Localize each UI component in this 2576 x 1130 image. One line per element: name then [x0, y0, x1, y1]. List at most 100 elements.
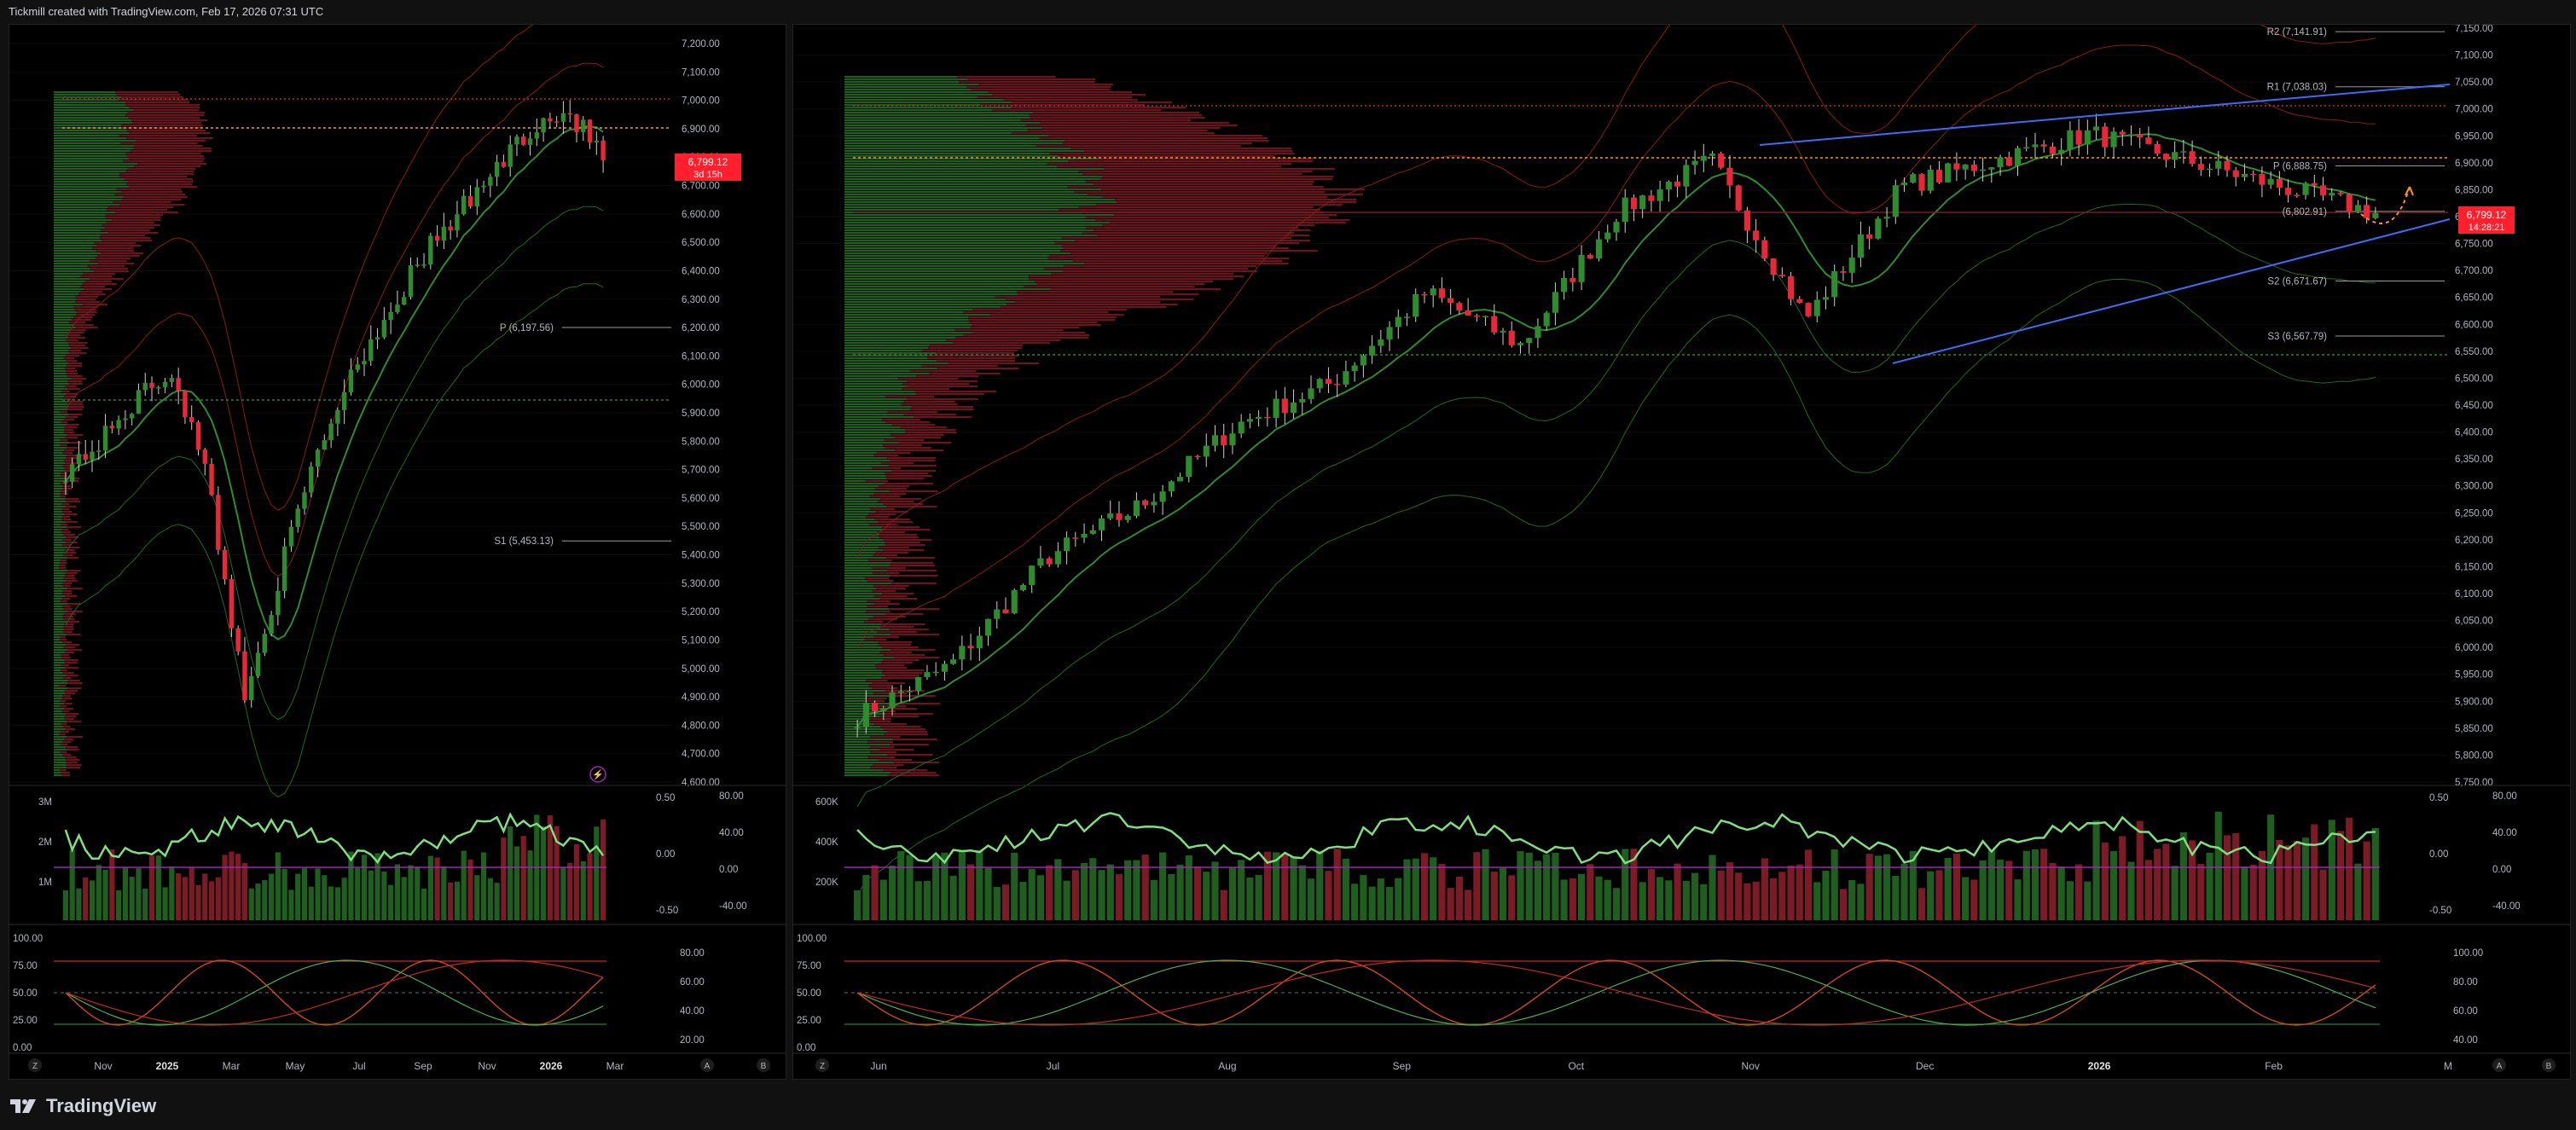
lower-wedge-trendline[interactable] [1892, 218, 2451, 364]
volume-profile-bar [67, 580, 78, 582]
volume-profile-bar [883, 549, 925, 552]
volume-profile-bar [844, 396, 885, 398]
volume-bar [527, 850, 533, 920]
volume-bar [1063, 880, 1070, 920]
time-axis-label: M [2444, 1060, 2452, 1072]
volume-profile-bar [72, 319, 91, 322]
stoch-axis-label: 100.00 [797, 934, 827, 944]
volume-profile-bar [60, 751, 67, 754]
candle-body [1578, 254, 1585, 282]
volume-profile-bar [123, 160, 204, 163]
volume-profile-bar [61, 669, 67, 672]
left-chart-panel[interactable]: 7,200.007,100.007,000.006,900.006,800.00… [9, 0, 786, 1080]
volume-bar [1185, 855, 1192, 920]
candle-body [871, 703, 879, 712]
volume-profile-bar [844, 467, 873, 470]
candle-body [374, 337, 380, 339]
stoch-axis2-label: 40.00 [2453, 1035, 2478, 1046]
candle-body [2049, 146, 2057, 154]
candle-body [2075, 130, 2082, 145]
volume-profile-bar [844, 516, 866, 519]
volume-profile-bar [54, 733, 60, 736]
volume-profile-bar [66, 675, 78, 677]
volume-profile-bar [844, 626, 880, 629]
right-last-price-tag: 6,799.12 14:28:21 [2458, 206, 2515, 234]
volume-profile-bar [125, 171, 194, 173]
volume-profile-bar [54, 148, 134, 150]
volume-profile-bar [867, 600, 891, 603]
volume-profile-bar [54, 250, 96, 252]
price-axis-label: 6,850.00 [2455, 185, 2493, 195]
volume-profile-bar [54, 751, 61, 754]
volume-profile-bar [54, 301, 76, 304]
volume-profile-bar [54, 585, 63, 588]
volume-profile-bar [844, 260, 1073, 263]
volume-profile-bar [844, 664, 875, 667]
volume-profile-bar [54, 439, 61, 442]
volume-profile-bar [1011, 107, 1186, 109]
volume-profile-bar [54, 516, 63, 519]
osc-axis2-label: 80.00 [2492, 791, 2517, 802]
volume-profile-bar [67, 350, 82, 352]
volume-profile-bar [875, 511, 908, 513]
candle-body [1473, 315, 1480, 317]
candle-body [521, 136, 526, 145]
volume-profile-bar [54, 652, 66, 654]
time-axis-label: Aug [1218, 1060, 1236, 1072]
volume-profile-bar [65, 667, 79, 669]
volume-profile-bar [872, 687, 897, 690]
volume-profile-bar [94, 242, 136, 245]
lightning-icon[interactable]: ⚡ [589, 766, 606, 783]
volume-profile-bar [844, 383, 903, 385]
time-axis-label: Nov [1742, 1060, 1760, 1072]
volume-profile-bar [54, 621, 67, 623]
left-price-axis[interactable]: 7,200.007,100.007,000.006,900.006,800.00… [682, 39, 720, 788]
volume-profile-bar [54, 460, 64, 462]
volume-profile-bar [879, 716, 920, 718]
candle-body [202, 449, 208, 464]
volume-profile-bar [68, 414, 83, 416]
right-time-axis[interactable]: Jun Jul Aug Sep Oct Nov Dec 2026 Feb MZ A B [815, 1058, 2556, 1072]
candle-body [1316, 379, 1323, 389]
volume-profile-bar [844, 590, 873, 593]
volume-profile-bar [844, 130, 1028, 132]
volume-bar [1193, 866, 1202, 920]
candle-body [1264, 416, 1271, 419]
candle-body [302, 492, 307, 509]
volume-profile-bar [66, 764, 82, 767]
volume-profile-bar [91, 247, 134, 250]
volume-profile-bar [844, 749, 880, 751]
volume-profile-bar [937, 368, 1019, 370]
volume-profile-bar [62, 516, 70, 519]
right-price-axis[interactable]: 7,150.007,100.007,050.007,000.006,950.00… [2455, 24, 2493, 788]
volume-profile-bar [844, 183, 1094, 186]
stoch-axis2-label: 100.00 [2453, 948, 2483, 959]
volume-profile-bar [61, 483, 68, 485]
volume-profile-bar [844, 744, 891, 746]
volume-profile-bar [844, 199, 1115, 201]
volume-bar [268, 873, 275, 920]
volume-profile-bar [844, 122, 1041, 125]
volume-profile-bar [844, 539, 884, 542]
volume-bar [1036, 875, 1045, 920]
volume-profile-bar [1017, 291, 1174, 293]
volume-profile-bar [54, 472, 61, 475]
candle-body [1639, 195, 1646, 210]
tradingview-logo[interactable]: TradingView [10, 1093, 156, 1119]
volume-profile-bar [844, 577, 866, 580]
candle-body [1613, 222, 1620, 233]
volume-profile-bar [54, 618, 64, 621]
volume-profile-bar [844, 411, 888, 414]
left-time-axis[interactable]: Nov 2025 Mar May Jul Sep Nov 2026 MarZ A B [28, 1058, 770, 1072]
right-chart-canvas[interactable]: R2 (7,141.91)R1 (7,038.03)P (6,888.75)(6… [793, 0, 2570, 1079]
candle-body [1743, 210, 1751, 231]
volume-profile-bar [1082, 173, 1303, 176]
volume-profile-bar [59, 685, 67, 687]
left-chart-canvas[interactable]: 7,200.007,100.007,000.006,900.006,800.00… [9, 0, 786, 1079]
volume-profile-bar [1101, 188, 1366, 191]
right-chart-panel[interactable]: R2 (7,141.91) R1 (7,038.03) P (6,888.75) (6… [792, 0, 2571, 1080]
volume-profile-bar [54, 311, 78, 314]
volume-profile-bar [844, 692, 873, 695]
candle-body [1665, 182, 1672, 190]
volume-profile-bar [921, 365, 998, 368]
